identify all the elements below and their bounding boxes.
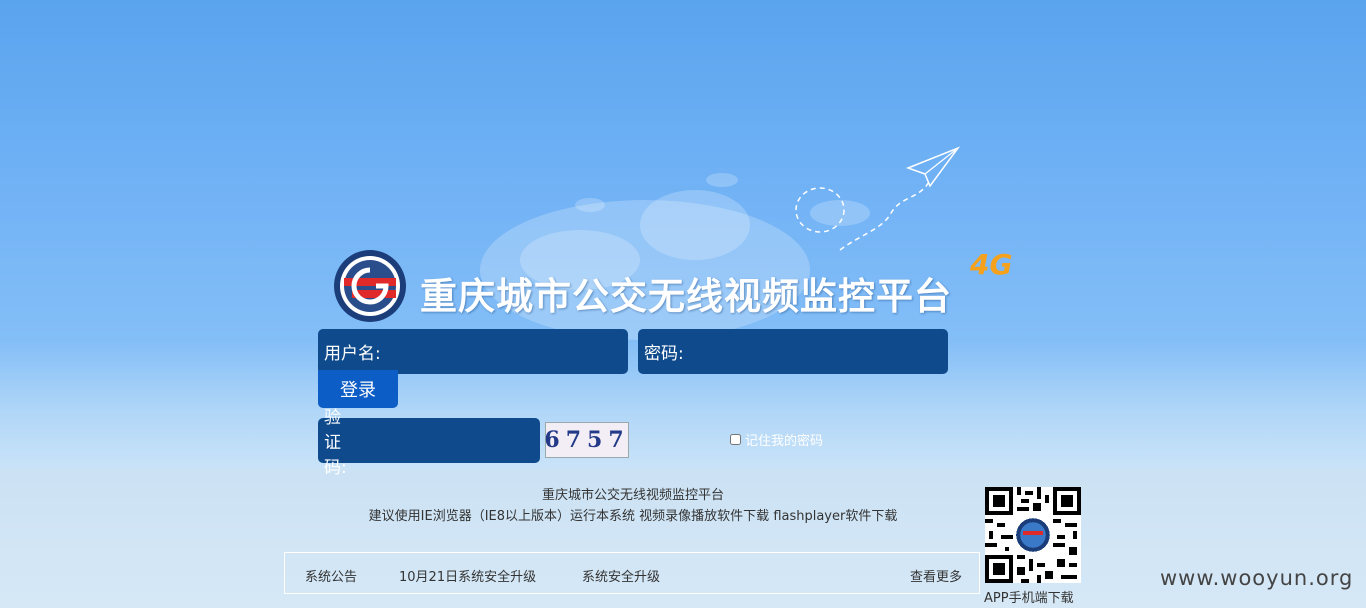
notice-heading: 系统公告 [305,570,358,585]
4g-badge: 4G [970,248,1013,281]
notice-bar: 系统公告 10月21日系统安全升级 系统安全升级 查看更多 [284,552,980,594]
qr-caption: APP手机端下载 [984,591,1074,606]
logo-icon [334,250,406,322]
captcha-input[interactable] [346,417,572,464]
username-field[interactable]: 用户名: [318,328,628,375]
password-field[interactable]: 密码: [638,328,948,375]
remember-password[interactable]: 记住我的密码 [730,430,823,449]
background-cloud [640,190,750,260]
page-title: 重庆城市公交无线视频监控平台 [420,275,952,318]
background-cloud [706,173,738,187]
view-more-link[interactable]: 查看更多 [910,566,962,585]
video-download-link[interactable]: 视频录像播放软件下载 [639,509,769,524]
username-label: 用户名: [324,344,381,364]
captcha-field[interactable]: 验证码: [318,408,572,478]
flash-download-link[interactable]: flashplayer软件下载 [773,509,897,524]
password-input[interactable] [683,328,948,375]
captcha-label: 验证码: [324,408,347,478]
notice-item[interactable]: 系统安全升级 [582,566,660,585]
notice-item[interactable]: 10月21日系统安全升级 [399,566,536,585]
password-label: 密码: [644,344,684,364]
remember-checkbox[interactable] [730,434,741,445]
captcha-image[interactable]: 6757 [544,422,629,458]
browser-tip: 建议使用IE浏览器（IE8以上版本）运行本系统 [368,509,636,524]
background-cloud [575,198,605,212]
remember-label: 记住我的密码 [745,434,824,449]
username-input[interactable] [380,328,628,375]
qr-code-icon[interactable] [985,487,1081,583]
paper-plane-icon [795,146,961,251]
watermark: www.wooyun.org [1160,566,1354,590]
